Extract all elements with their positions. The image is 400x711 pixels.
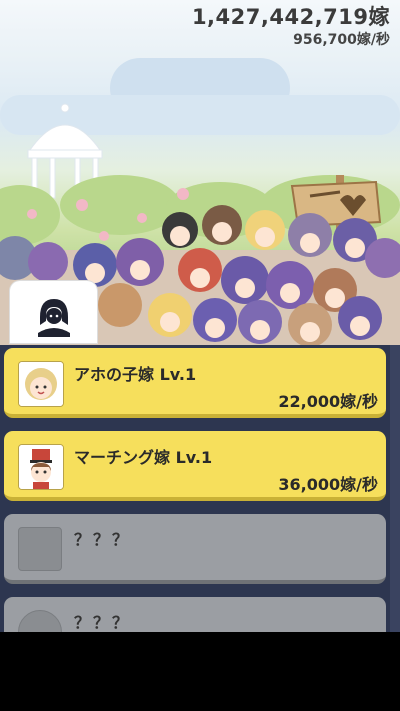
upgrade-name: アホの子嫁 Lv.1 [74, 365, 197, 384]
locked-round-icon [18, 610, 62, 632]
upgrade-card-locked[interactable]: ？？？ [4, 597, 386, 632]
locked-square-icon [18, 527, 62, 571]
total-brides-counter: 1,427,442,719嫁 [191, 5, 390, 29]
bride-crowd-scene[interactable]: 1,427,442,719嫁 956,700嫁/秒 [0, 0, 400, 345]
marching-girl-portrait-icon [18, 444, 64, 490]
score-hud: 1,427,442,719嫁 956,700嫁/秒 [192, 4, 390, 50]
upgrade-rate: 36,000嫁/秒 [278, 475, 378, 494]
character-portrait-button[interactable] [10, 281, 97, 343]
upgrade-name: ？？？ [74, 530, 132, 549]
upgrade-name: マーチング嫁 Lv.1 [74, 448, 213, 467]
upgrade-name: ？？？ [74, 613, 132, 632]
upgrade-rate: 22,000嫁/秒 [278, 392, 378, 411]
upgrade-card-locked[interactable]: ？？？ [4, 514, 386, 584]
upgrade-card-aho[interactable]: アホの子嫁 Lv.1 22,000嫁/秒 [4, 348, 386, 418]
avatar-silhouette-icon [38, 299, 70, 337]
blonde-girl-portrait-icon [18, 361, 64, 407]
list-scrollbar[interactable] [390, 345, 400, 632]
game-screen: 1,427,442,719嫁 956,700嫁/秒 アホの子嫁 Lv.1 22,… [0, 0, 400, 632]
upgrade-card-marching[interactable]: マーチング嫁 Lv.1 36,000嫁/秒 [4, 431, 386, 501]
brides-per-second: 956,700嫁/秒 [293, 32, 390, 48]
bride-upgrade-list[interactable]: アホの子嫁 Lv.1 22,000嫁/秒 マーチング嫁 Lv.1 36,000嫁… [0, 345, 400, 632]
